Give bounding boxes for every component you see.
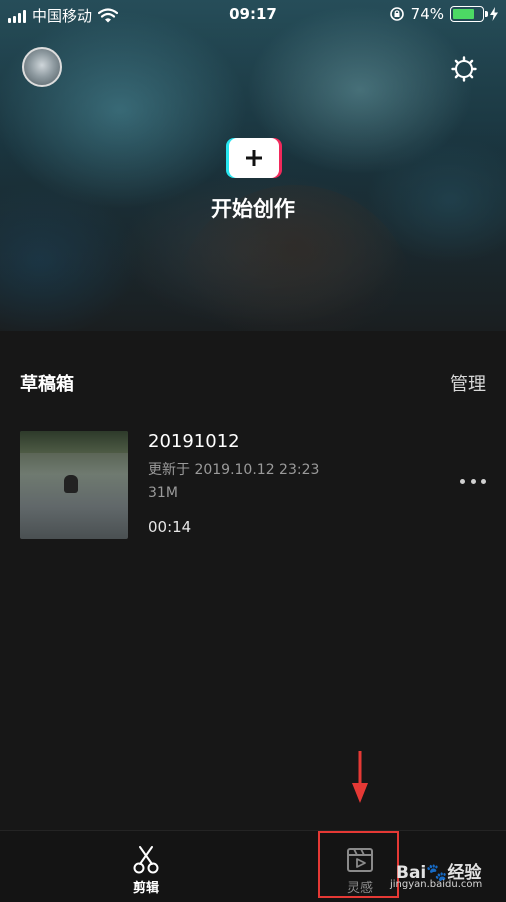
annotation-arrow-icon [352, 751, 368, 803]
manage-button[interactable]: 管理 [450, 370, 486, 396]
annotation-highlight-box [318, 831, 399, 898]
settings-icon[interactable] [450, 55, 478, 83]
battery-percent: 74% [410, 5, 444, 23]
create-label[interactable]: 开始创作 [0, 193, 506, 223]
draft-thumbnail[interactable] [20, 431, 128, 539]
draft-item[interactable]: 20191012 更新于 2019.10.12 23:23 31M 00:14 [20, 431, 486, 539]
draft-size: 31M [148, 485, 178, 501]
nav-edit-label: 剪辑 [132, 881, 159, 896]
draft-name: 20191012 [148, 431, 240, 452]
battery-icon [450, 6, 488, 22]
more-options-icon[interactable] [460, 479, 486, 487]
baidu-watermark: Bai🐾经验 jingyan.baidu.com [390, 850, 506, 900]
scissors-icon [133, 846, 159, 874]
draft-duration: 00:14 [148, 518, 192, 536]
plus-icon [246, 150, 262, 166]
watermark-url: jingyan.baidu.com [390, 879, 483, 890]
charging-icon [490, 7, 498, 21]
create-button[interactable] [229, 138, 279, 178]
avatar[interactable] [22, 47, 62, 87]
status-bar: 中国移动 09:17 74% [0, 0, 506, 30]
nav-edit-tab[interactable]: 剪辑 [76, 831, 216, 902]
rotation-lock-icon [389, 7, 404, 21]
draft-updated-time: 更新于 2019.10.12 23:23 [148, 462, 320, 478]
drafts-title: 草稿箱 [20, 374, 74, 395]
